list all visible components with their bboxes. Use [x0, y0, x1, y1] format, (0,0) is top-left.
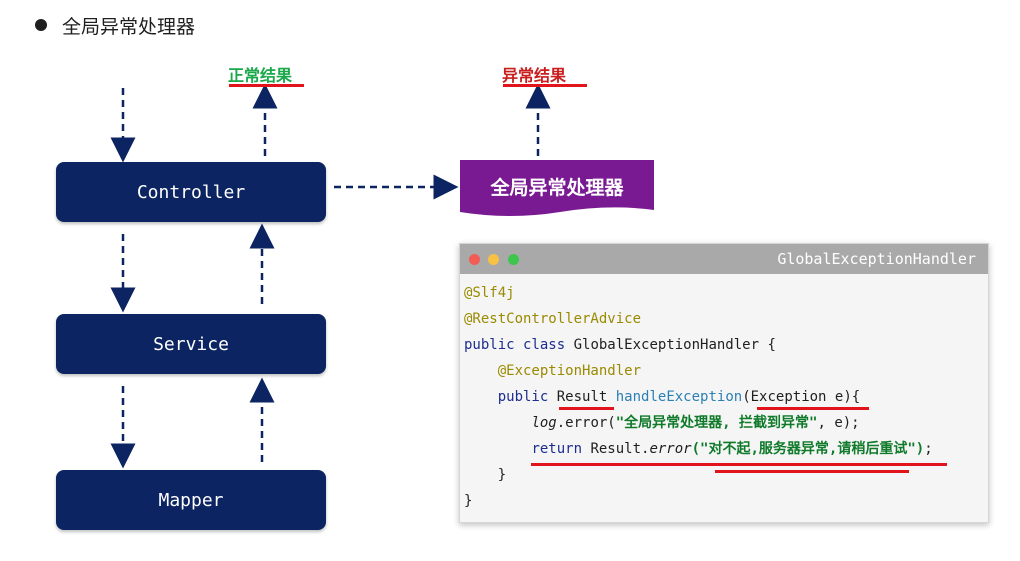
- maximize-dot-icon: [508, 254, 519, 265]
- exception-result-label: 异常结果: [502, 66, 567, 85]
- code-line-6: log.error("全局异常处理器, 拦截到异常", e);: [531, 415, 860, 431]
- close-dot-icon: [469, 254, 480, 265]
- normal-result-underline: [229, 84, 304, 87]
- mapper-box: Mapper: [56, 470, 326, 530]
- code-line-3: public class GlobalExceptionHandler {: [464, 337, 776, 353]
- result-underline: [559, 407, 614, 410]
- exception-result-underline: [503, 84, 587, 87]
- code-line-9: }: [464, 493, 473, 509]
- normal-result-label: 正常结果: [228, 66, 293, 85]
- exception-param-underline: [757, 407, 869, 410]
- code-line-1: @Slf4j: [464, 285, 515, 301]
- code-block: @Slf4j @RestControllerAdvice public class …: [464, 280, 933, 514]
- minimize-dot-icon: [488, 254, 499, 265]
- code-window-title: GlobalExceptionHandler: [777, 250, 976, 268]
- code-window: GlobalExceptionHandler @Slf4j @RestContro…: [459, 243, 989, 523]
- service-box: Service: [56, 314, 326, 374]
- return-line-underline: [531, 463, 947, 466]
- code-line-4: @ExceptionHandler: [497, 363, 642, 379]
- message-underline: [715, 470, 909, 473]
- code-window-titlebar: GlobalExceptionHandler: [460, 244, 988, 274]
- code-line-7: return Result.error("对不起,服务器异常,请稍后重试");: [531, 441, 933, 457]
- handler-banner-label: 全局异常处理器: [490, 176, 624, 199]
- code-line-2: @RestControllerAdvice: [464, 311, 642, 327]
- controller-box: Controller: [56, 162, 326, 222]
